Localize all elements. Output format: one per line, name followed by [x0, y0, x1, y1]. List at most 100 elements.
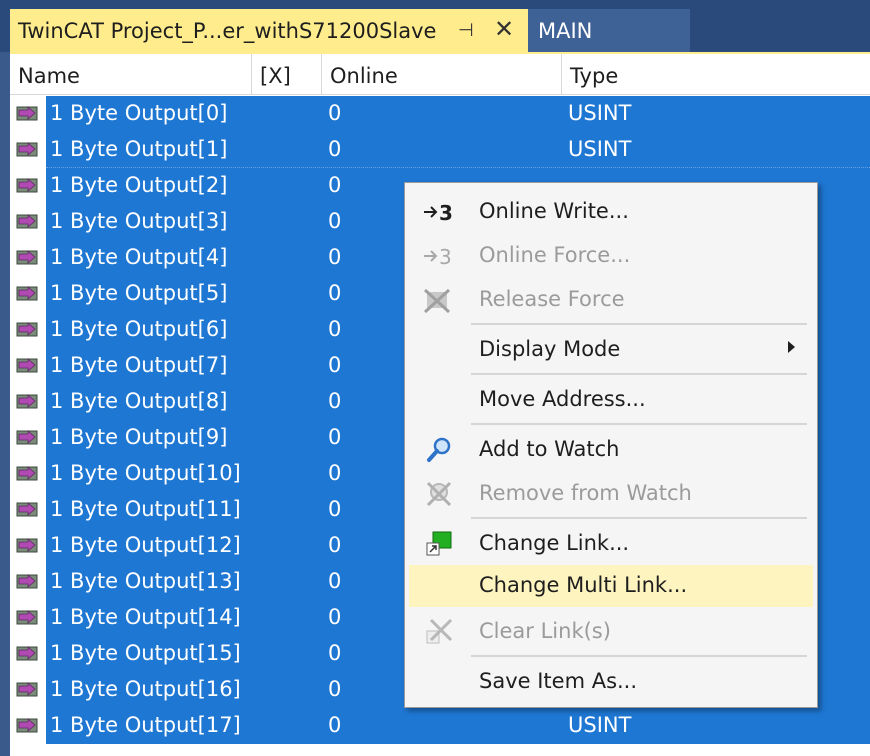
row-name: 1 Byte Output[11]	[50, 497, 241, 521]
tab-twincat-project[interactable]: TwinCAT Project_P...er_withS71200Slave ⊣…	[10, 9, 528, 52]
variable-output-icon	[16, 214, 38, 229]
grid-header: Name [X] Online Type	[10, 54, 870, 95]
row-name: 1 Byte Output[17]	[50, 713, 241, 737]
row-name: 1 Byte Output[14]	[50, 605, 241, 629]
change-link-icon	[426, 531, 452, 556]
row-online-value: 0	[328, 353, 342, 377]
table-row[interactable]: 1 Byte Output[1] 0 USINT	[10, 132, 870, 168]
menu-separator	[471, 423, 807, 425]
row-online-value: 0	[328, 137, 342, 161]
table-row[interactable]: 1 Byte Output[0] 0 USINT	[10, 96, 870, 132]
variable-output-icon	[16, 142, 38, 157]
online-write-icon: 3	[424, 201, 453, 225]
row-name: 1 Byte Output[16]	[50, 677, 241, 701]
variable-output-icon	[16, 682, 38, 697]
row-name: 1 Byte Output[4]	[50, 245, 228, 269]
menu-item-label: Remove from Watch	[479, 481, 692, 505]
menu-separator	[471, 517, 807, 519]
document-tab-strip: TwinCAT Project_P...er_withS71200Slave ⊣…	[0, 0, 870, 52]
row-online-value: 0	[328, 569, 342, 593]
row-online-value: 0	[328, 425, 342, 449]
row-online-value: 0	[328, 389, 342, 413]
menu-item-change-link[interactable]: Change Link...	[409, 523, 813, 565]
menu-item-label: Online Write...	[479, 199, 629, 223]
tab-title: MAIN	[538, 19, 593, 43]
variable-output-icon	[16, 106, 38, 121]
row-online-value: 0	[328, 281, 342, 305]
row-name: 1 Byte Output[13]	[50, 569, 241, 593]
variable-output-icon	[16, 286, 38, 301]
variable-output-icon	[16, 394, 38, 409]
context-menu: 3 Online Write... 3 Online Force... Release …	[404, 182, 818, 708]
row-online-value: 0	[328, 713, 342, 737]
variable-output-icon	[16, 502, 38, 517]
row-online-value: 0	[328, 245, 342, 269]
menu-separator	[471, 655, 807, 657]
menu-item-save-item-as[interactable]: Save Item As...	[409, 661, 813, 703]
variable-output-icon	[16, 466, 38, 481]
row-type: USINT	[568, 101, 632, 125]
menu-item-online-force[interactable]: 3 Online Force...	[409, 235, 813, 277]
variable-output-icon	[16, 538, 38, 553]
row-name: 1 Byte Output[2]	[50, 173, 228, 197]
column-header-name[interactable]: Name	[10, 54, 252, 94]
menu-item-move-address[interactable]: Move Address...	[409, 379, 813, 421]
menu-item-add-to-watch[interactable]: Add to Watch	[409, 429, 813, 471]
tab-main[interactable]: MAIN	[528, 9, 690, 52]
variable-output-icon	[16, 430, 38, 445]
menu-item-label: Display Mode	[479, 337, 621, 361]
row-online-value: 0	[328, 317, 342, 341]
menu-item-label: Change Link...	[479, 531, 630, 555]
variable-output-icon	[16, 178, 38, 193]
row-online-value: 0	[328, 101, 342, 125]
table-row[interactable]: 1 Byte Output[17] 0 USINT	[10, 708, 870, 744]
menu-item-release-force[interactable]: Release Force	[409, 279, 813, 321]
submenu-arrow-icon	[788, 341, 795, 353]
column-header-x[interactable]: [X]	[252, 54, 322, 94]
row-name: 1 Byte Output[1]	[50, 137, 228, 161]
close-icon[interactable]: ✕	[494, 15, 514, 43]
menu-item-label: Online Force...	[479, 243, 631, 267]
menu-item-label: Move Address...	[479, 387, 646, 411]
row-online-value: 0	[328, 209, 342, 233]
row-online-value: 0	[328, 533, 342, 557]
clear-link-icon	[426, 618, 453, 644]
row-online-value: 0	[328, 173, 342, 197]
row-online-value: 0	[328, 605, 342, 629]
pin-icon[interactable]: ⊣	[458, 20, 474, 41]
magnifier-icon	[427, 437, 451, 462]
menu-separator	[471, 373, 807, 375]
row-type: USINT	[568, 137, 632, 161]
release-force-icon	[423, 288, 451, 314]
row-name: 1 Byte Output[6]	[50, 317, 228, 341]
row-name: 1 Byte Output[5]	[50, 281, 228, 305]
menu-item-change-multi-link[interactable]: Change Multi Link...	[409, 565, 813, 607]
menu-separator	[471, 323, 807, 325]
row-name: 1 Byte Output[12]	[50, 533, 241, 557]
column-header-type[interactable]: Type	[562, 54, 870, 94]
row-name: 1 Byte Output[0]	[50, 101, 228, 125]
variable-output-icon	[16, 322, 38, 337]
menu-item-online-write[interactable]: 3 Online Write...	[409, 191, 813, 233]
row-name: 1 Byte Output[8]	[50, 389, 228, 413]
menu-item-label: Clear Link(s)	[479, 619, 611, 643]
menu-item-display-mode[interactable]: Display Mode	[409, 329, 813, 371]
variable-output-icon	[16, 358, 38, 373]
row-online-value: 0	[328, 641, 342, 665]
row-name: 1 Byte Output[3]	[50, 209, 228, 233]
row-type: USINT	[568, 713, 632, 737]
row-name: 1 Byte Output[9]	[50, 425, 228, 449]
menu-item-clear-link-s[interactable]: Clear Link(s)	[409, 611, 813, 653]
menu-item-label: Add to Watch	[479, 437, 620, 461]
svg-text:3: 3	[439, 245, 452, 269]
remove-watch-icon	[426, 481, 452, 507]
variable-output-icon	[16, 718, 38, 733]
variable-output-icon	[16, 250, 38, 265]
menu-item-remove-from-watch[interactable]: Remove from Watch	[409, 473, 813, 515]
variable-output-icon	[16, 574, 38, 589]
tab-title: TwinCAT Project_P...er_withS71200Slave	[18, 19, 437, 43]
menu-item-label: Change Multi Link...	[479, 573, 688, 597]
row-online-value: 0	[328, 677, 342, 701]
column-header-online[interactable]: Online	[322, 54, 562, 94]
row-online-value: 0	[328, 497, 342, 521]
